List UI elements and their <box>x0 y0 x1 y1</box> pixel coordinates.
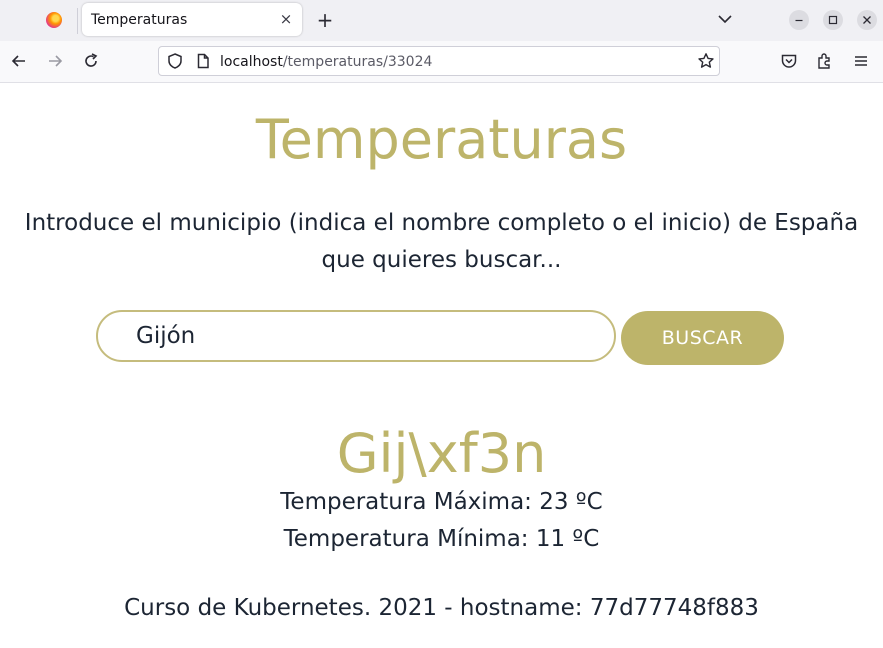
star-icon[interactable] <box>696 51 716 71</box>
tab-temperaturas[interactable]: Temperaturas × <box>82 3 302 36</box>
back-icon[interactable] <box>9 51 29 71</box>
buscar-button[interactable]: BUSCAR <box>621 311 784 365</box>
max-temperature: Temperatura Máxima: 23 ºC <box>280 489 603 515</box>
firefox-logo-icon[interactable] <box>46 12 62 28</box>
list-all-tabs-icon[interactable] <box>715 9 735 29</box>
extensions-icon[interactable] <box>815 51 835 71</box>
maximize-icon[interactable] <box>823 10 843 30</box>
footer-text: Curso de Kubernetes. 2021 - hostname: 77… <box>124 595 759 621</box>
url-host: localhost <box>220 54 283 70</box>
reload-icon[interactable] <box>81 51 101 71</box>
url-text[interactable]: localhost/temperaturas/33024 <box>220 54 432 70</box>
new-tab-button[interactable]: + <box>314 8 336 32</box>
min-temperature: Temperatura Mínima: 11 ºC <box>283 526 600 552</box>
pocket-icon[interactable] <box>779 51 799 71</box>
address-bar[interactable]: localhost/temperaturas/33024 <box>158 46 720 76</box>
navigation-toolbar: localhost/temperaturas/33024 <box>0 41 883 83</box>
menu-icon[interactable] <box>851 51 871 71</box>
tab-separator <box>77 8 78 34</box>
close-window-icon[interactable] <box>857 10 877 30</box>
municipio-search-input[interactable] <box>96 310 616 362</box>
page-content: Temperaturas Introduce el municipio (ind… <box>0 83 883 648</box>
city-name: Gij\xf3n <box>336 422 547 485</box>
close-tab-icon[interactable]: × <box>278 10 294 28</box>
intro-text: Introduce el municipio (indica el nombre… <box>24 210 859 273</box>
minimize-icon[interactable] <box>789 10 809 30</box>
tab-strip: Temperaturas × + <box>0 0 883 41</box>
page-icon[interactable] <box>193 51 213 71</box>
page-title: Temperaturas <box>255 108 628 171</box>
forward-icon[interactable] <box>45 51 65 71</box>
shield-icon[interactable] <box>165 51 185 71</box>
url-path: /temperaturas/33024 <box>282 54 433 70</box>
tab-title: Temperaturas <box>91 12 188 28</box>
